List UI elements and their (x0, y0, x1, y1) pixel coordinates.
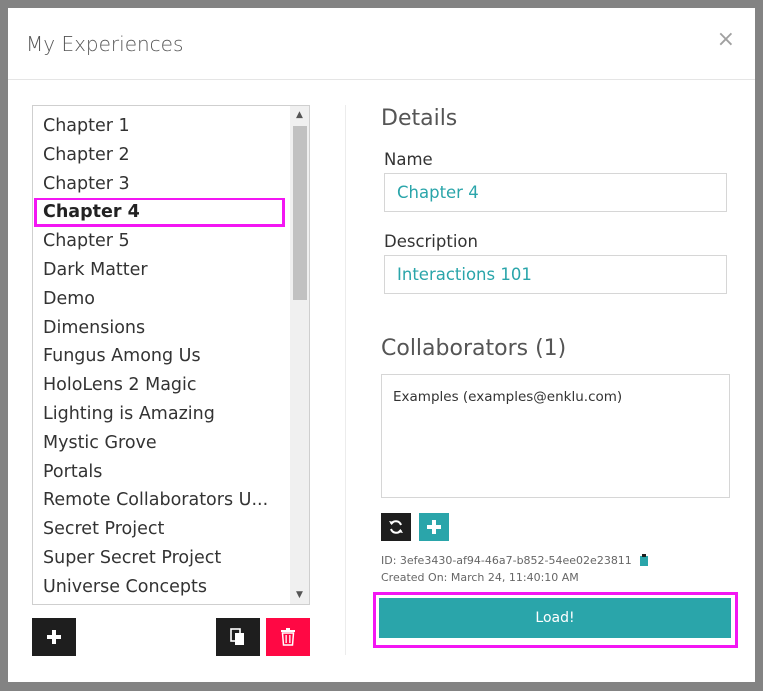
plus-icon (47, 630, 61, 644)
scroll-thumb[interactable] (293, 126, 307, 300)
list-item[interactable]: Chapter 1 (33, 112, 291, 141)
experience-list[interactable]: Chapter 1 Chapter 2 Chapter 3 Chapter 4 Chap… (32, 105, 310, 605)
list-item[interactable]: Demo (33, 285, 291, 314)
delete-experience-button[interactable] (266, 618, 310, 656)
scroll-up-arrow-icon[interactable]: ▲ (290, 106, 309, 124)
name-label: Name (384, 150, 433, 169)
list-item[interactable]: Universe Concepts (33, 573, 291, 602)
details-heading: Details (381, 106, 458, 131)
list-item[interactable]: Portals (33, 458, 291, 487)
description-field[interactable]: Interactions 101 (384, 255, 727, 294)
list-scrollbar[interactable]: ▲ ▼ (290, 106, 309, 604)
plus-icon (427, 520, 441, 534)
close-icon[interactable]: × (717, 28, 735, 52)
list-item[interactable]: Chapter 3 (33, 170, 291, 199)
clipboard-icon[interactable] (639, 554, 649, 566)
experience-id-text: ID: 3efe3430-af94-46a7-b852-54ee02e23811 (381, 554, 632, 567)
refresh-icon (389, 520, 403, 534)
list-item[interactable]: Mystic Grove (33, 429, 291, 458)
list-item-selected[interactable]: Chapter 4 (33, 198, 291, 228)
list-item[interactable]: Fungus Among Us (33, 342, 291, 371)
dialog-header: My Experiences × (8, 8, 755, 80)
experience-id: ID: 3efe3430-af94-46a7-b852-54ee02e23811 (381, 554, 649, 567)
list-item[interactable]: Chapter 5 (33, 227, 291, 256)
panel-divider (345, 105, 346, 655)
list-item[interactable]: Dimensions (33, 314, 291, 343)
collaborators-list[interactable]: Examples (examples@enklu.com) (381, 374, 730, 498)
list-item[interactable]: Chapter 2 (33, 141, 291, 170)
refresh-collaborators-button[interactable] (381, 513, 411, 541)
list-item[interactable]: Dark Matter (33, 256, 291, 285)
name-field[interactable]: Chapter 4 (384, 173, 727, 212)
collaborators-heading: Collaborators (1) (381, 336, 567, 361)
trash-icon (281, 628, 295, 646)
load-button[interactable]: Load! (379, 598, 731, 638)
copy-icon (230, 628, 244, 645)
list-item[interactable]: Lighting is Amazing (33, 400, 291, 429)
add-experience-button[interactable] (32, 618, 76, 656)
description-label: Description (384, 232, 478, 251)
duplicate-experience-button[interactable] (216, 618, 260, 656)
created-on-text: Created On: March 24, 11:40:10 AM (381, 571, 579, 584)
list-item[interactable]: Remote Collaborators U... (33, 486, 291, 515)
list-item[interactable]: Super Secret Project (33, 544, 291, 573)
list-item[interactable]: HoloLens 2 Magic (33, 371, 291, 400)
dialog-title: My Experiences (26, 32, 184, 56)
collaborator-item[interactable]: Examples (examples@enklu.com) (393, 389, 622, 405)
my-experiences-dialog: My Experiences × Chapter 1 Chapter 2 Chapt… (8, 8, 755, 682)
scroll-down-arrow-icon[interactable]: ▼ (290, 586, 309, 604)
experience-list-items: Chapter 1 Chapter 2 Chapter 3 Chapter 4 Chap… (33, 112, 291, 602)
add-collaborator-button[interactable] (419, 513, 449, 541)
list-item[interactable]: Secret Project (33, 515, 291, 544)
